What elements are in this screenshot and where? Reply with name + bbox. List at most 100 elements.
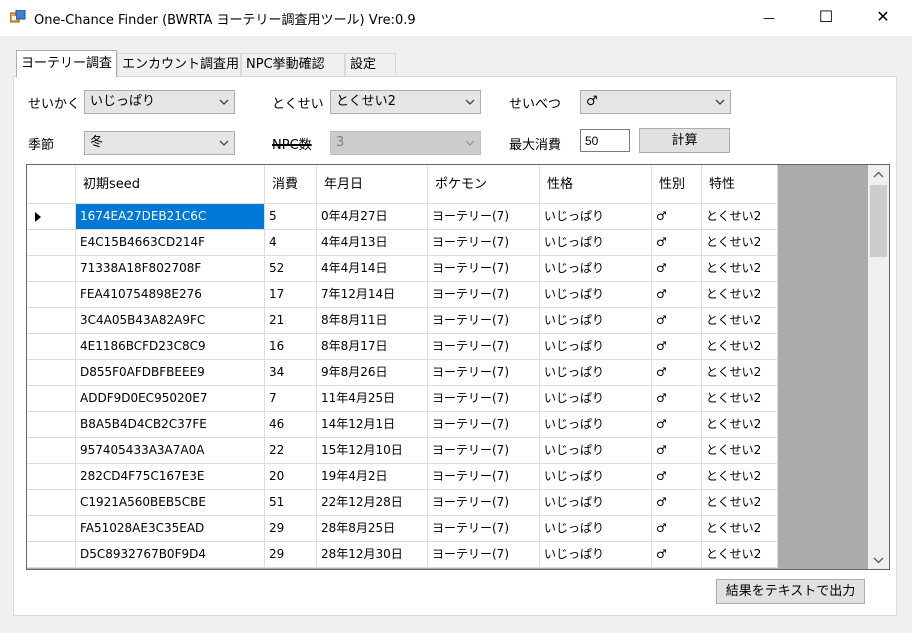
cell-col-ability[interactable]: とくせい2 — [702, 204, 778, 230]
row-header[interactable] — [27, 386, 76, 412]
cell-col-cost[interactable]: 29 — [265, 542, 317, 568]
cell-col-pokemon[interactable]: ヨーテリー(7) — [428, 386, 540, 412]
cell-col-ability[interactable]: とくせい2 — [702, 334, 778, 360]
seikaku-select[interactable]: いじっぱり — [84, 90, 235, 114]
header-col-pokemon[interactable]: ポケモン — [428, 165, 540, 204]
row-header[interactable] — [27, 230, 76, 256]
header-col-initial-seed[interactable]: 初期seed — [76, 165, 265, 204]
cell-col-ability[interactable]: とくせい2 — [702, 438, 778, 464]
cell-col-gender[interactable]: ♂ — [652, 516, 702, 542]
cell-col-nature[interactable]: いじっぱり — [540, 490, 652, 516]
cell-col-date[interactable]: 14年12月1日 — [317, 412, 428, 438]
cell-col-pokemon[interactable]: ヨーテリー(7) — [428, 516, 540, 542]
cell-col-gender[interactable]: ♂ — [652, 412, 702, 438]
cell-col-pokemon[interactable]: ヨーテリー(7) — [428, 334, 540, 360]
cell-col-cost[interactable]: 21 — [265, 308, 317, 334]
cell-col-initial-seed[interactable]: D5C8932767B0F9D4 — [76, 542, 265, 568]
cell-col-pokemon[interactable]: ヨーテリー(7) — [428, 256, 540, 282]
cell-col-pokemon[interactable]: ヨーテリー(7) — [428, 360, 540, 386]
cell-col-gender[interactable]: ♂ — [652, 256, 702, 282]
cell-col-cost[interactable]: 5 — [265, 204, 317, 230]
cell-col-cost[interactable]: 46 — [265, 412, 317, 438]
cell-col-date[interactable]: 15年12月10日 — [317, 438, 428, 464]
cell-col-date[interactable]: 28年8月25日 — [317, 516, 428, 542]
cell-col-cost[interactable]: 17 — [265, 282, 317, 308]
cell-col-nature[interactable]: いじっぱり — [540, 360, 652, 386]
cell-col-cost[interactable]: 16 — [265, 334, 317, 360]
scroll-up-icon[interactable] — [873, 171, 884, 179]
cell-col-date[interactable]: 28年12月30日 — [317, 542, 428, 568]
cell-col-pokemon[interactable]: ヨーテリー(7) — [428, 282, 540, 308]
cell-col-ability[interactable]: とくせい2 — [702, 282, 778, 308]
cell-col-gender[interactable]: ♂ — [652, 464, 702, 490]
cell-col-gender[interactable]: ♂ — [652, 308, 702, 334]
cell-col-initial-seed[interactable]: E4C15B4663CD214F — [76, 230, 265, 256]
tokusei-select[interactable]: とくせい2 — [330, 90, 481, 114]
max-cost-input[interactable] — [580, 129, 630, 152]
cell-col-initial-seed[interactable]: 71338A18F802708F — [76, 256, 265, 282]
cell-col-ability[interactable]: とくせい2 — [702, 490, 778, 516]
cell-col-date[interactable]: 9年8月26日 — [317, 360, 428, 386]
row-header[interactable] — [27, 438, 76, 464]
cell-col-nature[interactable]: いじっぱり — [540, 516, 652, 542]
cell-col-gender[interactable]: ♂ — [652, 386, 702, 412]
scroll-thumb[interactable] — [870, 185, 887, 257]
header-col-cost[interactable]: 消費 — [265, 165, 317, 204]
cell-col-date[interactable]: 7年12月14日 — [317, 282, 428, 308]
cell-col-date[interactable]: 8年8月17日 — [317, 334, 428, 360]
cell-col-gender[interactable]: ♂ — [652, 230, 702, 256]
cell-col-pokemon[interactable]: ヨーテリー(7) — [428, 230, 540, 256]
cell-col-pokemon[interactable]: ヨーテリー(7) — [428, 490, 540, 516]
cell-col-ability[interactable]: とくせい2 — [702, 542, 778, 568]
scroll-down-icon[interactable] — [873, 556, 884, 564]
cell-col-ability[interactable]: とくせい2 — [702, 360, 778, 386]
header-col-gender[interactable]: 性別 — [652, 165, 702, 204]
cell-col-ability[interactable]: とくせい2 — [702, 412, 778, 438]
cell-col-cost[interactable]: 51 — [265, 490, 317, 516]
cell-col-date[interactable]: 19年4月2日 — [317, 464, 428, 490]
results-grid[interactable]: 初期seed 消費 年月日 ポケモン 性格 性別 特性 1674EA27DEB21C6C 5 0年… — [26, 164, 890, 570]
cell-col-gender[interactable]: ♂ — [652, 204, 702, 230]
cell-col-nature[interactable]: いじっぱり — [540, 204, 652, 230]
cell-col-initial-seed[interactable]: 1674EA27DEB21C6C — [76, 204, 265, 230]
cell-col-initial-seed[interactable]: D855F0AFDBFBEEE9 — [76, 360, 265, 386]
calculate-button[interactable]: 計算 — [639, 128, 730, 153]
cell-col-cost[interactable]: 7 — [265, 386, 317, 412]
cell-col-nature[interactable]: いじっぱり — [540, 412, 652, 438]
cell-col-date[interactable]: 4年4月14日 — [317, 256, 428, 282]
cell-col-gender[interactable]: ♂ — [652, 282, 702, 308]
cell-col-cost[interactable]: 20 — [265, 464, 317, 490]
cell-col-initial-seed[interactable]: ADDF9D0EC95020E7 — [76, 386, 265, 412]
cell-col-pokemon[interactable]: ヨーテリー(7) — [428, 542, 540, 568]
cell-col-pokemon[interactable]: ヨーテリー(7) — [428, 464, 540, 490]
row-header[interactable] — [27, 516, 76, 542]
cell-col-initial-seed[interactable]: 4E1186BCFD23C8C9 — [76, 334, 265, 360]
row-header[interactable] — [27, 204, 76, 230]
cell-col-cost[interactable]: 4 — [265, 230, 317, 256]
cell-col-nature[interactable]: いじっぱり — [540, 256, 652, 282]
cell-col-date[interactable]: 11年4月25日 — [317, 386, 428, 412]
row-header[interactable] — [27, 334, 76, 360]
cell-col-date[interactable]: 0年4月27日 — [317, 204, 428, 230]
cell-col-gender[interactable]: ♂ — [652, 542, 702, 568]
row-header[interactable] — [27, 542, 76, 568]
cell-col-gender[interactable]: ♂ — [652, 360, 702, 386]
header-col-date[interactable]: 年月日 — [317, 165, 428, 204]
cell-col-nature[interactable]: いじっぱり — [540, 282, 652, 308]
cell-col-nature[interactable]: いじっぱり — [540, 230, 652, 256]
row-header[interactable] — [27, 282, 76, 308]
cell-col-nature[interactable]: いじっぱり — [540, 386, 652, 412]
row-header[interactable] — [27, 256, 76, 282]
cell-col-initial-seed[interactable]: FA51028AE3C35EAD — [76, 516, 265, 542]
cell-col-cost[interactable]: 22 — [265, 438, 317, 464]
cell-col-cost[interactable]: 34 — [265, 360, 317, 386]
cell-col-date[interactable]: 4年4月13日 — [317, 230, 428, 256]
cell-col-gender[interactable]: ♂ — [652, 490, 702, 516]
cell-col-ability[interactable]: とくせい2 — [702, 256, 778, 282]
cell-col-gender[interactable]: ♂ — [652, 334, 702, 360]
cell-col-nature[interactable]: いじっぱり — [540, 464, 652, 490]
cell-col-nature[interactable]: いじっぱり — [540, 542, 652, 568]
row-header[interactable] — [27, 308, 76, 334]
cell-col-gender[interactable]: ♂ — [652, 438, 702, 464]
seibetsu-select[interactable]: ♂ — [580, 90, 731, 114]
